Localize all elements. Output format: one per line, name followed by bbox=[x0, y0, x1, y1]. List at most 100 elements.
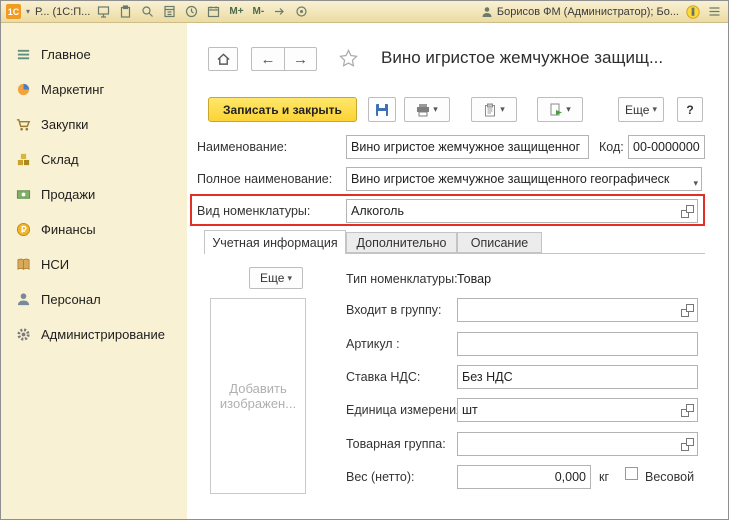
unit-label: Единица измерения: bbox=[346, 403, 466, 417]
book-icon bbox=[16, 257, 31, 272]
group-input[interactable] bbox=[458, 299, 679, 321]
main-area: ← → Вино игристое жемчужное защищ... Зап… bbox=[187, 23, 728, 519]
help-button[interactable]: ? bbox=[677, 97, 703, 122]
system-menu-caret-icon[interactable]: ▾ bbox=[26, 7, 30, 16]
sidebar-item-label: Закупки bbox=[41, 117, 88, 132]
sidebar-item-nsi[interactable]: НСИ bbox=[1, 247, 187, 282]
sidebar-item-label: Продажи bbox=[41, 187, 95, 202]
sidebar-item-sales[interactable]: Продажи bbox=[1, 177, 187, 212]
calculator-icon[interactable] bbox=[161, 3, 178, 20]
memory-plus-button[interactable]: M+ bbox=[227, 6, 245, 17]
sidebar-item-warehouse[interactable]: Склад bbox=[1, 142, 187, 177]
kind-input[interactable] bbox=[347, 200, 679, 222]
save-and-close-button[interactable]: Записать и закрыть bbox=[208, 97, 357, 122]
memory-minus-button[interactable]: M- bbox=[251, 6, 267, 17]
sidebar-item-marketing[interactable]: Маркетинг bbox=[1, 72, 187, 107]
home-icon bbox=[216, 52, 231, 66]
code-field[interactable] bbox=[628, 135, 705, 159]
product-group-field[interactable] bbox=[457, 432, 698, 456]
sidebar-item-finance[interactable]: Финансы bbox=[1, 212, 187, 247]
name-label: Наименование: bbox=[197, 140, 287, 154]
back-button[interactable]: ← bbox=[251, 47, 284, 71]
product-group-label: Товарная группа: bbox=[346, 437, 446, 451]
sidebar: Главное Маркетинг Закупки Склад Продажи … bbox=[1, 23, 187, 519]
sidebar-item-administration[interactable]: Администрирование bbox=[1, 317, 187, 352]
weighted-checkbox[interactable] bbox=[625, 467, 638, 480]
floppy-icon bbox=[375, 103, 389, 117]
vat-field[interactable] bbox=[457, 365, 698, 389]
chevron-down-icon[interactable] bbox=[693, 173, 698, 191]
calendar-icon[interactable] bbox=[205, 3, 222, 20]
name-field[interactable] bbox=[346, 135, 589, 159]
fullname-input[interactable] bbox=[347, 168, 683, 190]
pie-chart-icon bbox=[16, 82, 31, 97]
print-button[interactable] bbox=[404, 97, 450, 122]
choose-icon[interactable] bbox=[681, 304, 694, 317]
add-image-label: Добавить изображен... bbox=[217, 381, 299, 411]
type-label: Тип номенклатуры: bbox=[346, 272, 458, 286]
weight-label: Вес (нетто): bbox=[346, 470, 415, 484]
article-field[interactable] bbox=[457, 332, 698, 356]
create-based-on-button[interactable] bbox=[537, 97, 583, 122]
ruble-coin-icon bbox=[16, 222, 31, 237]
code-input[interactable] bbox=[629, 136, 704, 158]
panel-more-button[interactable]: Еще bbox=[249, 267, 303, 289]
goto-arrow-icon[interactable] bbox=[271, 3, 288, 20]
history-icon[interactable] bbox=[183, 3, 200, 20]
panel-more-label: Еще bbox=[260, 271, 284, 285]
home-button[interactable] bbox=[208, 47, 238, 71]
more-button[interactable]: Еще bbox=[618, 97, 664, 122]
code-label: Код: bbox=[599, 140, 624, 154]
app-window: 1С ▾ Р... (1С:П... M+ M- bbox=[0, 0, 729, 520]
clipboard-button[interactable] bbox=[471, 97, 517, 122]
weighted-checkbox-label: Весовой bbox=[645, 470, 694, 484]
sidebar-item-purchases[interactable]: Закупки bbox=[1, 107, 187, 142]
weight-field[interactable] bbox=[457, 465, 591, 489]
choose-icon[interactable] bbox=[681, 438, 694, 451]
kind-label: Вид номенклатуры: bbox=[197, 204, 310, 218]
forward-button[interactable]: → bbox=[284, 47, 317, 71]
cart-icon bbox=[16, 117, 31, 132]
gear-icon bbox=[16, 327, 31, 342]
unit-field[interactable] bbox=[457, 398, 698, 422]
sidebar-item-main[interactable]: Главное bbox=[1, 37, 187, 72]
article-label: Артикул : bbox=[346, 337, 400, 351]
kind-field[interactable] bbox=[346, 199, 698, 223]
name-input[interactable] bbox=[347, 136, 588, 158]
sidebar-item-label: Администрирование bbox=[41, 327, 165, 342]
monitor-icon[interactable] bbox=[95, 3, 112, 20]
user-icon bbox=[481, 6, 493, 18]
weight-unit-label: кг bbox=[599, 470, 609, 484]
sidebar-item-label: Склад bbox=[41, 152, 79, 167]
current-user[interactable]: Борисов ФМ (Администратор); Бо... bbox=[481, 6, 679, 18]
clipboard-icon[interactable] bbox=[117, 3, 134, 20]
info-icon[interactable] bbox=[684, 3, 701, 20]
tab-description[interactable]: Описание bbox=[457, 232, 542, 253]
choose-icon[interactable] bbox=[681, 404, 694, 417]
vat-label: Ставка НДС: bbox=[346, 370, 420, 384]
target-icon[interactable] bbox=[293, 3, 310, 20]
add-image-placeholder[interactable]: Добавить изображен... bbox=[210, 298, 306, 494]
choose-icon[interactable] bbox=[681, 205, 694, 218]
vat-input[interactable] bbox=[458, 366, 697, 388]
tab-additional[interactable]: Дополнительно bbox=[346, 232, 457, 253]
menu-icon[interactable] bbox=[706, 3, 723, 20]
group-field[interactable] bbox=[457, 298, 698, 322]
sidebar-item-label: Финансы bbox=[41, 222, 96, 237]
tab-accounting-info[interactable]: Учетная информация bbox=[204, 230, 346, 254]
favorite-star-icon[interactable] bbox=[339, 49, 359, 69]
search-icon[interactable] bbox=[139, 3, 156, 20]
product-group-input[interactable] bbox=[458, 433, 679, 455]
window-title: Р... (1С:П... bbox=[35, 6, 90, 18]
sidebar-item-personnel[interactable]: Персонал bbox=[1, 282, 187, 317]
clipboard-icon bbox=[483, 103, 497, 117]
weight-input[interactable] bbox=[458, 466, 590, 488]
fullname-field[interactable] bbox=[346, 167, 702, 191]
save-button[interactable] bbox=[368, 97, 396, 122]
more-button-label: Еще bbox=[625, 103, 649, 117]
article-input[interactable] bbox=[458, 333, 697, 355]
1c-logo: 1С bbox=[6, 4, 21, 19]
unit-input[interactable] bbox=[458, 399, 679, 421]
group-label: Входит в группу: bbox=[346, 303, 441, 317]
page-title: Вино игристое жемчужное защищ... bbox=[381, 48, 717, 68]
